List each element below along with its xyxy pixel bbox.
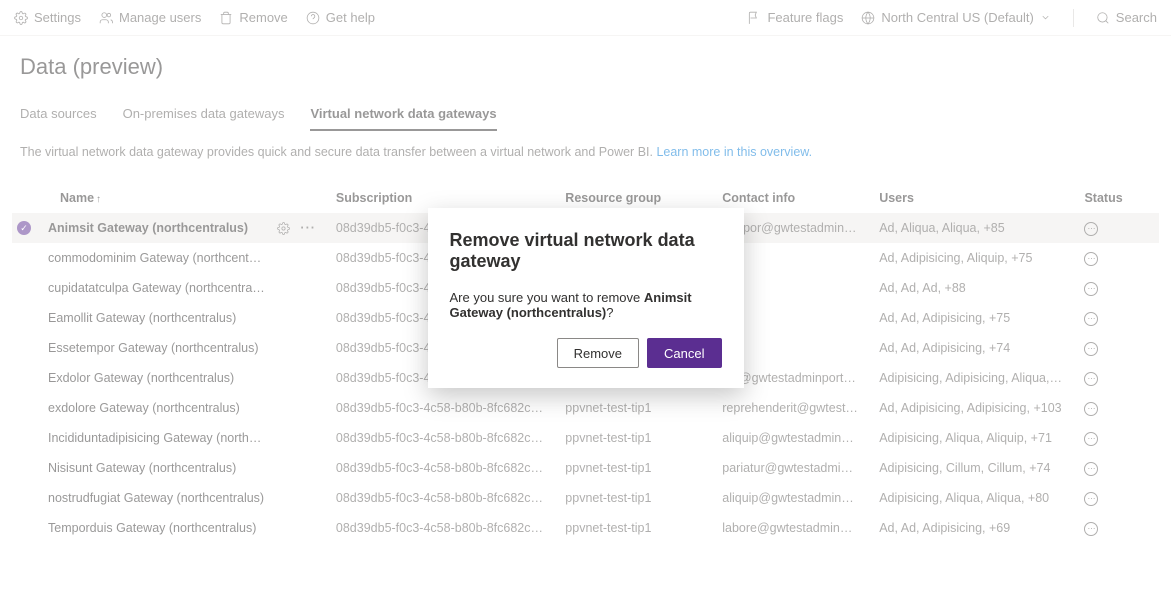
dialog-remove-button[interactable]: Remove [557,338,639,368]
dialog-title: Remove virtual network data gateway [450,230,722,272]
dialog-message: Are you sure you want to remove Animsit … [450,290,722,320]
dialog-cancel-button[interactable]: Cancel [647,338,721,368]
remove-gateway-dialog: Remove virtual network data gateway Are … [428,208,744,388]
modal-overlay: Remove virtual network data gateway Are … [0,0,1171,596]
